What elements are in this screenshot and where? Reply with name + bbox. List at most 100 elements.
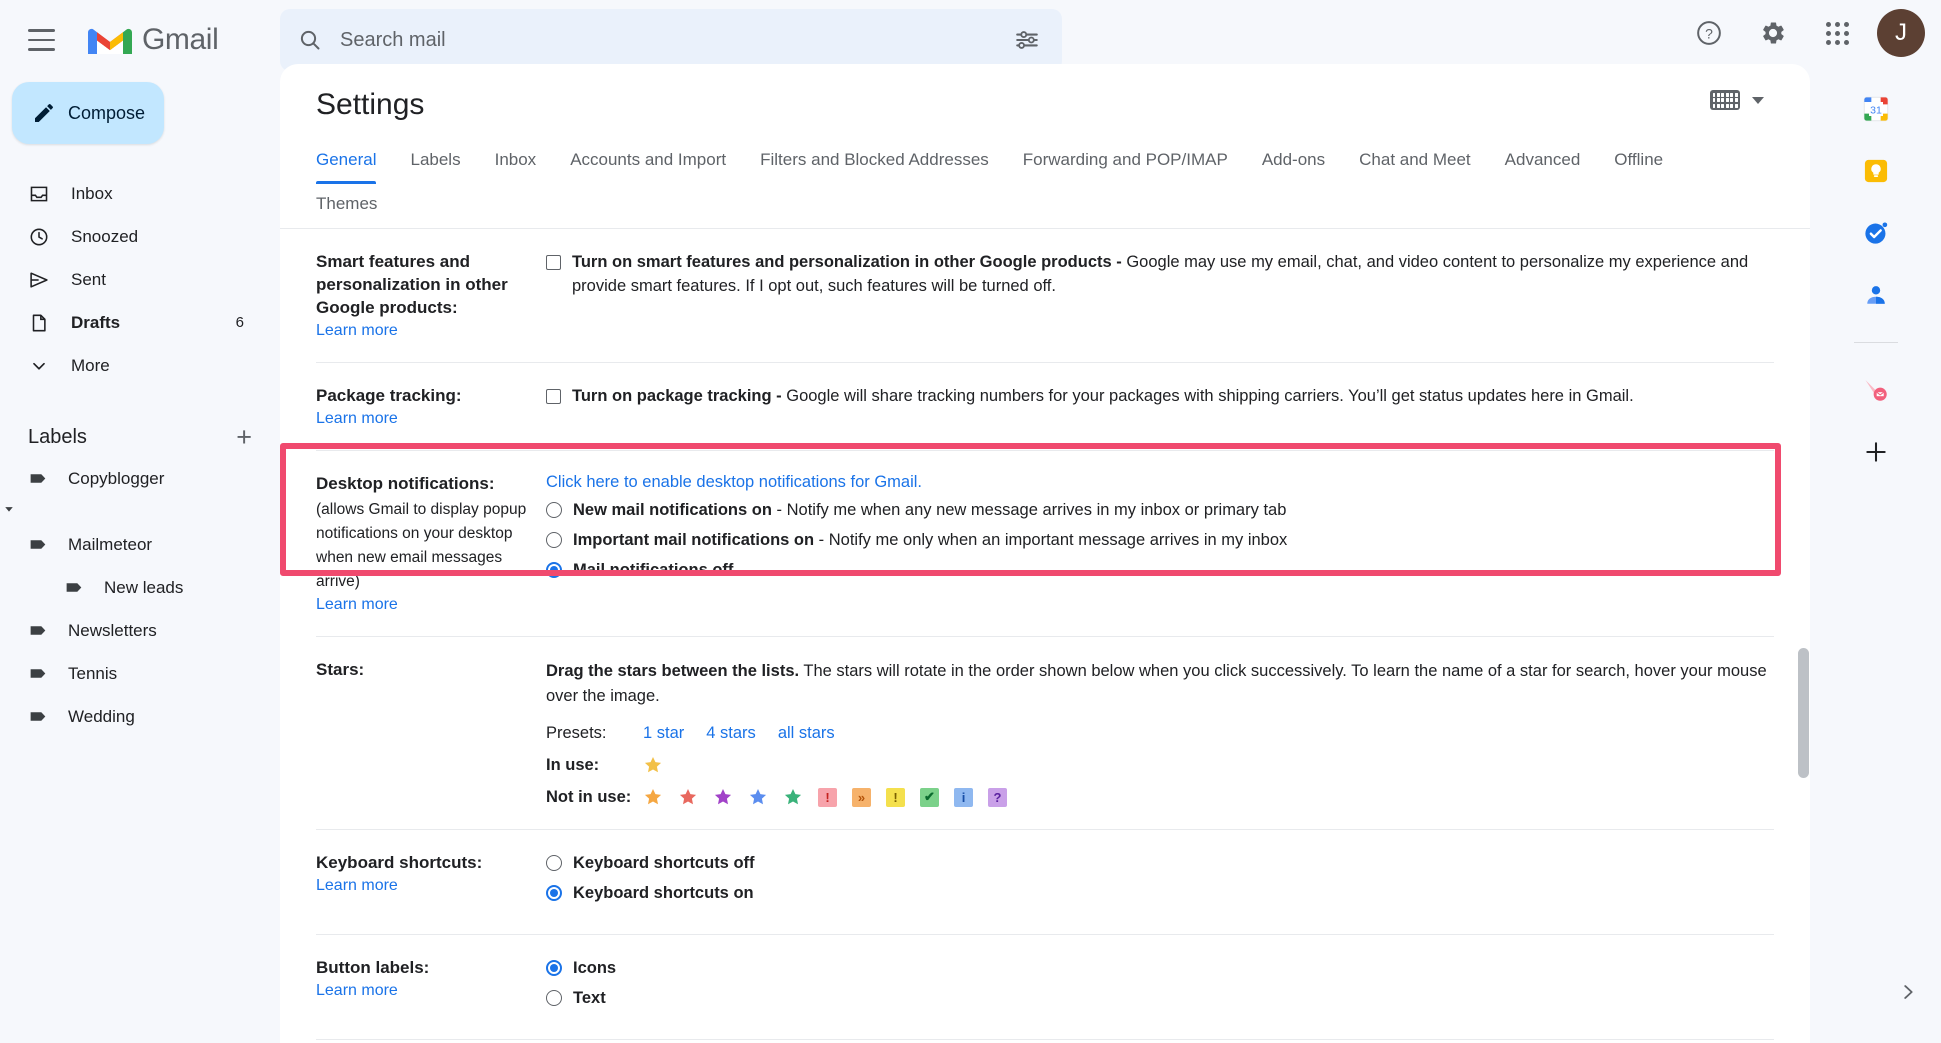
expand-side-panel-icon[interactable] xyxy=(1893,977,1923,1007)
setting-row-desktop-notifications: Desktop notifications: (allows Gmail to … xyxy=(316,451,1774,637)
sidebar-label-text: New leads xyxy=(104,578,183,598)
option-label: Keyboard shortcuts on xyxy=(573,882,1774,906)
google-keep-icon[interactable] xyxy=(1861,156,1891,186)
setting-label: Smart features and personalization in ot… xyxy=(316,251,530,320)
star-icon[interactable] xyxy=(748,787,768,807)
keyboard-shortcuts-on-option[interactable]: Keyboard shortcuts on xyxy=(546,882,1774,906)
keyboard-shortcuts-off-radio[interactable] xyxy=(546,855,562,871)
search-input[interactable] xyxy=(340,29,1010,52)
expand-caret-icon[interactable] xyxy=(0,500,18,518)
apps-grid-icon[interactable] xyxy=(1813,9,1861,57)
tab-general[interactable]: General xyxy=(316,140,393,184)
keyboard-shortcuts-off-option[interactable]: Keyboard shortcuts off xyxy=(546,852,1774,876)
main-menu-icon[interactable] xyxy=(12,11,70,69)
sidebar-item-inbox[interactable]: Inbox xyxy=(0,172,258,215)
smart-features-checkbox[interactable] xyxy=(546,255,561,270)
badge-question-purple-icon[interactable]: ? xyxy=(988,788,1007,807)
sidebar-label-mailmeteor[interactable]: Mailmeteor xyxy=(0,523,258,566)
compose-button[interactable]: Compose xyxy=(12,82,164,144)
scrollbar-thumb[interactable] xyxy=(1798,648,1809,778)
gmail-wordmark: Gmail xyxy=(142,23,218,57)
google-contacts-icon[interactable] xyxy=(1861,280,1891,310)
google-tasks-icon[interactable] xyxy=(1861,218,1891,248)
tab-advanced[interactable]: Advanced xyxy=(1488,140,1598,184)
tab-accounts-and-import[interactable]: Accounts and Import xyxy=(553,140,743,184)
sidebar-label-tennis[interactable]: Tennis xyxy=(0,652,258,695)
badge-info-blue-icon[interactable]: i xyxy=(954,788,973,807)
sidebar-label-wedding[interactable]: Wedding xyxy=(0,695,258,738)
gear-icon[interactable] xyxy=(1749,9,1797,57)
preset-4-stars[interactable]: 4 stars xyxy=(706,724,756,743)
enable-desktop-notifications-link[interactable]: Click here to enable desktop notificatio… xyxy=(546,473,922,492)
google-calendar-icon[interactable]: 31 xyxy=(1861,94,1891,124)
help-icon[interactable]: ? xyxy=(1685,9,1733,57)
avatar[interactable]: J xyxy=(1877,9,1925,57)
keyboard-shortcuts-on-radio[interactable] xyxy=(546,885,562,901)
create-label-icon[interactable]: + xyxy=(236,424,252,451)
learn-more-link[interactable]: Learn more xyxy=(316,410,398,428)
search-bar[interactable] xyxy=(280,9,1062,71)
mail-notifications-off-radio[interactable] xyxy=(546,562,562,578)
tab-labels[interactable]: Labels xyxy=(393,140,477,184)
inbox-icon xyxy=(28,183,50,205)
option-description: - Notify me only when an important messa… xyxy=(814,531,1287,549)
notification-option-new-mail[interactable]: New mail notifications on - Notify me wh… xyxy=(546,499,1774,523)
button-labels-text-radio[interactable] xyxy=(546,990,562,1006)
learn-more-link[interactable]: Learn more xyxy=(316,877,398,895)
setting-row-keyboard-shortcuts: Keyboard shortcuts: Learn more Keyboard … xyxy=(316,830,1774,935)
badge-exclamation-yellow-icon[interactable]: ! xyxy=(886,788,905,807)
star-icon[interactable] xyxy=(713,787,733,807)
label-tag-icon xyxy=(28,468,49,489)
tab-add-ons[interactable]: Add-ons xyxy=(1245,140,1342,184)
preset-1-star[interactable]: 1 star xyxy=(643,724,684,743)
badge-check-green-icon[interactable]: ✔ xyxy=(920,788,939,807)
new-mail-notifications-radio[interactable] xyxy=(546,502,562,518)
notification-option-important-mail[interactable]: Important mail notifications on - Notify… xyxy=(546,529,1774,553)
star-icon[interactable] xyxy=(678,787,698,807)
sidebar-label-newsletters[interactable]: Newsletters xyxy=(0,609,258,652)
page-title: Settings xyxy=(280,64,1810,122)
button-labels-icons-option[interactable]: Icons xyxy=(546,957,1774,981)
sidebar-label-new-leads[interactable]: New leads xyxy=(0,566,258,609)
setting-label: Keyboard shortcuts: xyxy=(316,852,530,875)
learn-more-link[interactable]: Learn more xyxy=(316,596,398,614)
compose-label: Compose xyxy=(68,103,145,124)
button-labels-icons-radio[interactable] xyxy=(546,960,562,976)
label-tag-icon xyxy=(28,706,49,727)
mailmeteor-icon[interactable] xyxy=(1861,375,1891,405)
labels-header: Labels + xyxy=(0,417,280,457)
tab-forwarding-and-pop-imap[interactable]: Forwarding and POP/IMAP xyxy=(1006,140,1245,184)
package-tracking-option[interactable]: Turn on package tracking - Google will s… xyxy=(546,385,1774,409)
notification-option-off[interactable]: Mail notifications off xyxy=(546,559,1774,583)
preset-all-stars[interactable]: all stars xyxy=(778,724,835,743)
learn-more-link[interactable]: Learn more xyxy=(316,982,398,1000)
badge-double-chevron-orange-icon[interactable]: » xyxy=(852,788,871,807)
important-mail-notifications-radio[interactable] xyxy=(546,532,562,548)
star-icon[interactable] xyxy=(643,787,663,807)
scrollbar-track[interactable] xyxy=(1797,128,1810,1043)
sidebar-item-more[interactable]: More xyxy=(0,344,258,387)
package-tracking-checkbox[interactable] xyxy=(546,389,561,404)
label-tag-icon xyxy=(28,663,49,684)
gmail-logo[interactable]: Gmail xyxy=(88,23,218,57)
smart-features-option[interactable]: Turn on smart features and personalizati… xyxy=(546,251,1774,299)
sidebar-item-sent[interactable]: Sent xyxy=(0,258,258,301)
sidebar-item-drafts[interactable]: Drafts 6 xyxy=(0,301,258,344)
tab-filters-and-blocked-addresses[interactable]: Filters and Blocked Addresses xyxy=(743,140,1006,184)
tab-offline[interactable]: Offline xyxy=(1597,140,1680,184)
in-use-star-list xyxy=(643,755,663,775)
star-icon[interactable] xyxy=(783,787,803,807)
tab-themes[interactable]: Themes xyxy=(316,184,394,228)
presets-label: Presets: xyxy=(546,724,643,743)
add-addon-icon[interactable] xyxy=(1861,437,1891,467)
sidebar-label-copyblogger[interactable]: Copyblogger xyxy=(0,457,258,500)
button-labels-text-option[interactable]: Text xyxy=(546,987,1774,1011)
tab-inbox[interactable]: Inbox xyxy=(478,140,554,184)
sidebar-item-snoozed[interactable]: Snoozed xyxy=(0,215,258,258)
search-options-icon[interactable] xyxy=(1010,23,1044,57)
star-icon[interactable] xyxy=(643,755,663,775)
badge-exclamation-red-icon[interactable]: ! xyxy=(818,788,837,807)
tab-chat-and-meet[interactable]: Chat and Meet xyxy=(1342,140,1488,184)
learn-more-link[interactable]: Learn more xyxy=(316,322,398,340)
input-tools-selector[interactable] xyxy=(1710,90,1764,110)
